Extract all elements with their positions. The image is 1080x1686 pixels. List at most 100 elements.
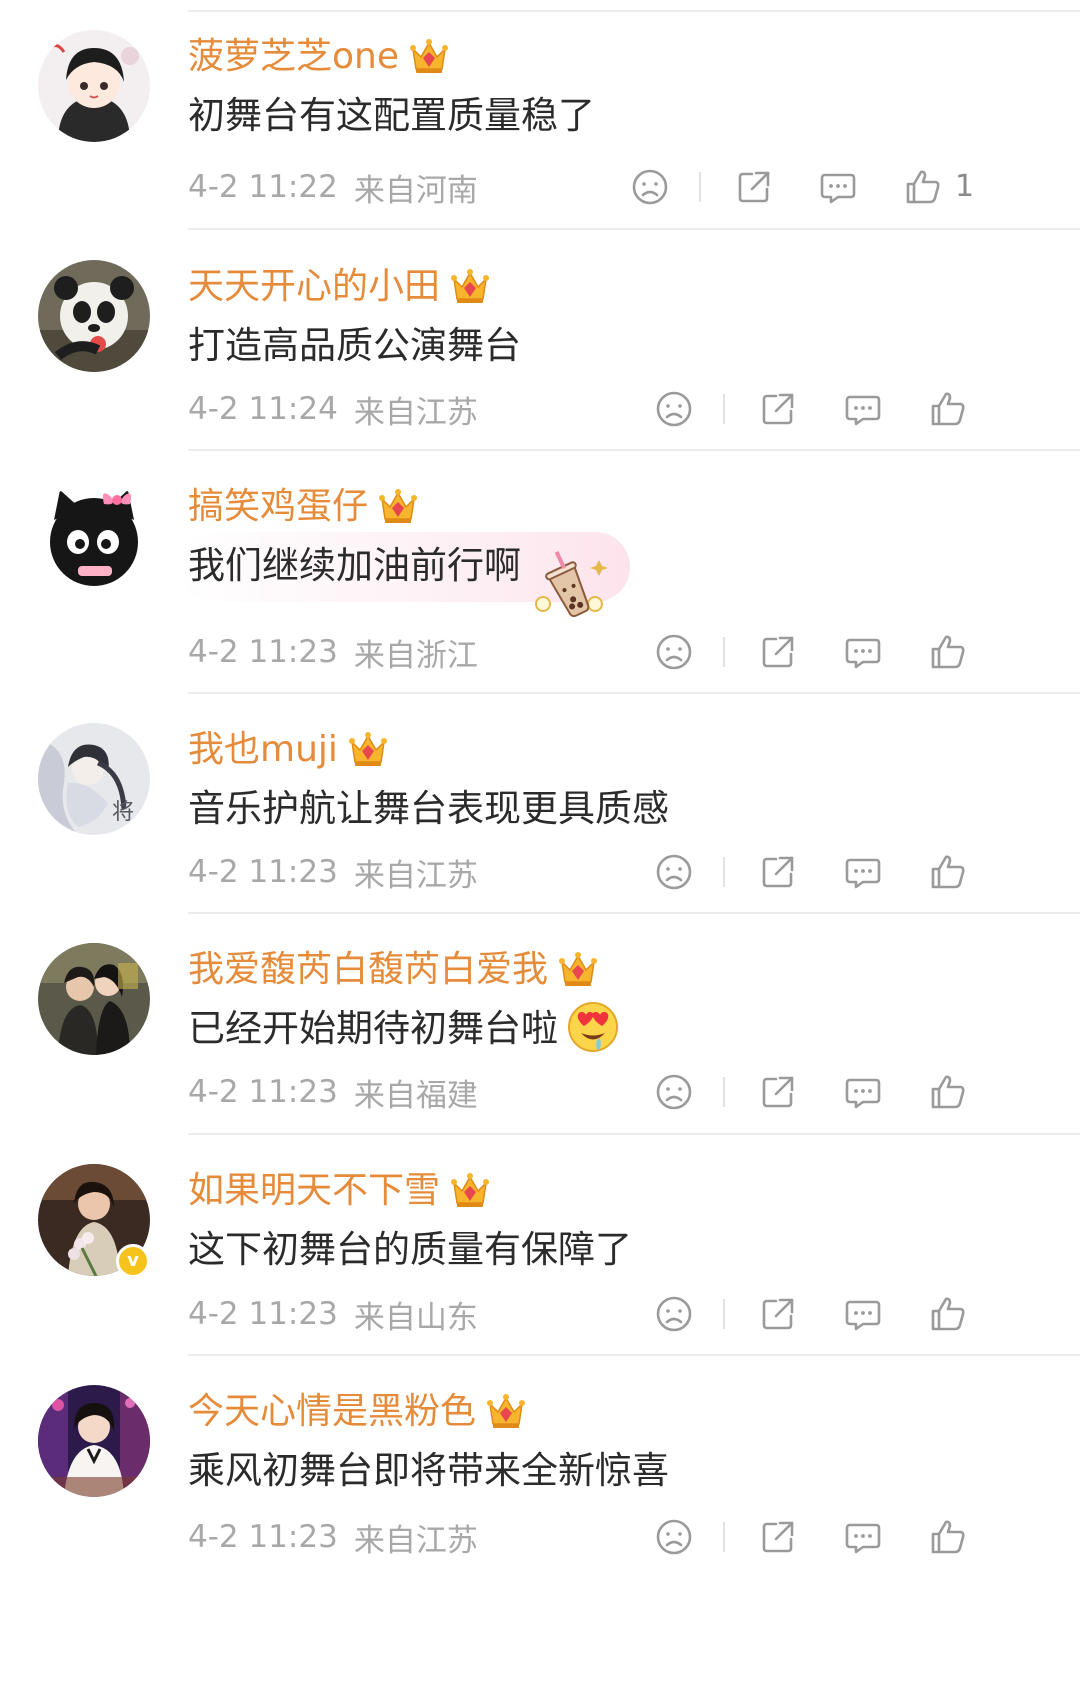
- action-separator: [723, 1077, 725, 1107]
- comment-icon[interactable]: [843, 1517, 883, 1557]
- sad-face-icon[interactable]: [654, 632, 694, 672]
- crown-badge-icon: [486, 1392, 526, 1432]
- name-row: 我爱馥芮白馥芮白爱我: [188, 945, 598, 995]
- thumbs-up-icon[interactable]: [903, 167, 943, 207]
- name-row: 搞笑鸡蛋仔: [188, 482, 418, 532]
- anime-girl-avatar[interactable]: [38, 30, 150, 142]
- text-row: 音乐护航让舞台表现更具质感: [188, 781, 669, 837]
- sad-face-icon[interactable]: [630, 167, 670, 207]
- location: 来自福建: [353, 1077, 478, 1114]
- comment-text: 音乐护航让舞台表现更具质感: [188, 787, 669, 830]
- username[interactable]: 今天心情是黑粉色: [188, 1388, 476, 1436]
- woman-white-dress-avatar[interactable]: [38, 1385, 150, 1497]
- bubble-tea-sticker: [529, 548, 609, 624]
- name-row: 我也muji: [188, 725, 388, 775]
- share-icon[interactable]: [734, 167, 774, 207]
- comment-text: 这下初舞台的质量有保障了: [188, 1228, 632, 1271]
- comment-icon[interactable]: [843, 1072, 883, 1112]
- text-row: 已经开始期待初舞台啦: [188, 1001, 620, 1057]
- text-row: 这下初舞台的质量有保障了: [188, 1222, 632, 1278]
- crown-badge-icon: [558, 950, 598, 990]
- username[interactable]: 天天开心的小田: [188, 263, 440, 311]
- meta-row: 4-2 11:23 来自福建: [188, 1070, 478, 1114]
- location: 来自浙江: [353, 637, 478, 674]
- ink-illustration-avatar[interactable]: 将: [38, 723, 150, 835]
- name-row: 菠萝芝芝one: [188, 32, 449, 82]
- crown-badge-icon: [409, 37, 449, 77]
- comment-icon[interactable]: [843, 852, 883, 892]
- text-row: 乘风初舞台即将带来全新惊喜: [188, 1443, 669, 1499]
- location: 来自河南: [353, 172, 478, 209]
- action-separator: [723, 637, 725, 667]
- thumbs-up-icon[interactable]: [928, 632, 968, 672]
- share-icon[interactable]: [758, 1072, 798, 1112]
- sad-face-icon[interactable]: [654, 1072, 694, 1112]
- sad-face-icon[interactable]: [654, 389, 694, 429]
- black-cat-avatar[interactable]: [38, 480, 150, 592]
- thumbs-up-icon[interactable]: [928, 852, 968, 892]
- meta-row: 4-2 11:23 来自山东: [188, 1292, 478, 1336]
- text-row: 打造高品质公演舞台: [188, 318, 521, 374]
- timestamp: 4-2 11:23: [188, 854, 338, 890]
- meta-row: 4-2 11:22 来自河南: [188, 165, 478, 209]
- crown-badge-icon: [450, 1171, 490, 1211]
- crown-badge-icon: [348, 730, 388, 770]
- comment-icon[interactable]: [843, 1294, 883, 1334]
- comment-icon[interactable]: [818, 167, 858, 207]
- timestamp: 4-2 11:23: [188, 1074, 338, 1110]
- username[interactable]: 我也muji: [188, 726, 338, 774]
- text-row: 初舞台有这配置质量稳了: [188, 88, 595, 144]
- action-separator: [699, 172, 701, 202]
- thumbs-up-icon[interactable]: [928, 389, 968, 429]
- location: 来自江苏: [353, 857, 478, 894]
- share-icon[interactable]: [758, 389, 798, 429]
- divider: [188, 1354, 1080, 1356]
- share-icon[interactable]: [758, 852, 798, 892]
- location: 来自山东: [353, 1299, 478, 1336]
- comment-icon[interactable]: [843, 632, 883, 672]
- divider: [188, 449, 1080, 451]
- meta-row: 4-2 11:23 来自江苏: [188, 850, 478, 894]
- comment-text: 我们继续加油前行啊: [188, 544, 521, 587]
- sad-face-icon[interactable]: [654, 1517, 694, 1557]
- meta-row: 4-2 11:23 来自江苏: [188, 1515, 478, 1559]
- panda-avatar[interactable]: [38, 260, 150, 372]
- comment-text: 初舞台有这配置质量稳了: [188, 94, 595, 137]
- sad-face-icon[interactable]: [654, 1294, 694, 1334]
- share-icon[interactable]: [758, 1517, 798, 1557]
- comment-text: 已经开始期待初舞台啦: [188, 1007, 558, 1050]
- comment-text: 乘风初舞台即将带来全新惊喜: [188, 1449, 669, 1492]
- thumbs-up-icon[interactable]: [928, 1072, 968, 1112]
- timestamp: 4-2 11:23: [188, 1519, 338, 1555]
- share-icon[interactable]: [758, 1294, 798, 1334]
- name-row: 今天心情是黑粉色: [188, 1387, 526, 1437]
- sad-face-icon[interactable]: [654, 852, 694, 892]
- location: 来自江苏: [353, 1522, 478, 1559]
- crown-badge-icon: [378, 487, 418, 527]
- divider: [188, 912, 1080, 914]
- username[interactable]: 搞笑鸡蛋仔: [188, 483, 368, 531]
- divider: [188, 1133, 1080, 1135]
- timestamp: 4-2 11:24: [188, 391, 338, 427]
- username[interactable]: 如果明天不下雪: [188, 1167, 440, 1215]
- couple-photo-avatar[interactable]: [38, 943, 150, 1055]
- heart-eyes-emoji: [566, 1000, 620, 1058]
- timestamp: 4-2 11:22: [188, 169, 338, 205]
- location: 来自江苏: [353, 394, 478, 431]
- username[interactable]: 我爱馥芮白馥芮白爱我: [188, 946, 548, 994]
- share-icon[interactable]: [758, 632, 798, 672]
- thumbs-up-icon[interactable]: [928, 1517, 968, 1557]
- action-separator: [723, 394, 725, 424]
- divider: [188, 692, 1080, 694]
- comment-list: 菠萝芝芝one 初舞台有这配置质量稳了 4-2 11:22 来自河南 1 天天开心的小田打…: [0, 0, 1080, 1686]
- timestamp: 4-2 11:23: [188, 1296, 338, 1332]
- thumbs-up-icon[interactable]: [928, 1294, 968, 1334]
- comment-icon[interactable]: [843, 389, 883, 429]
- username[interactable]: 菠萝芝芝one: [188, 33, 399, 81]
- name-row: 天天开心的小田: [188, 262, 490, 312]
- timestamp: 4-2 11:23: [188, 634, 338, 670]
- meta-row: 4-2 11:23 来自浙江: [188, 630, 478, 674]
- action-separator: [723, 857, 725, 887]
- action-separator: [723, 1522, 725, 1552]
- divider: [188, 228, 1080, 230]
